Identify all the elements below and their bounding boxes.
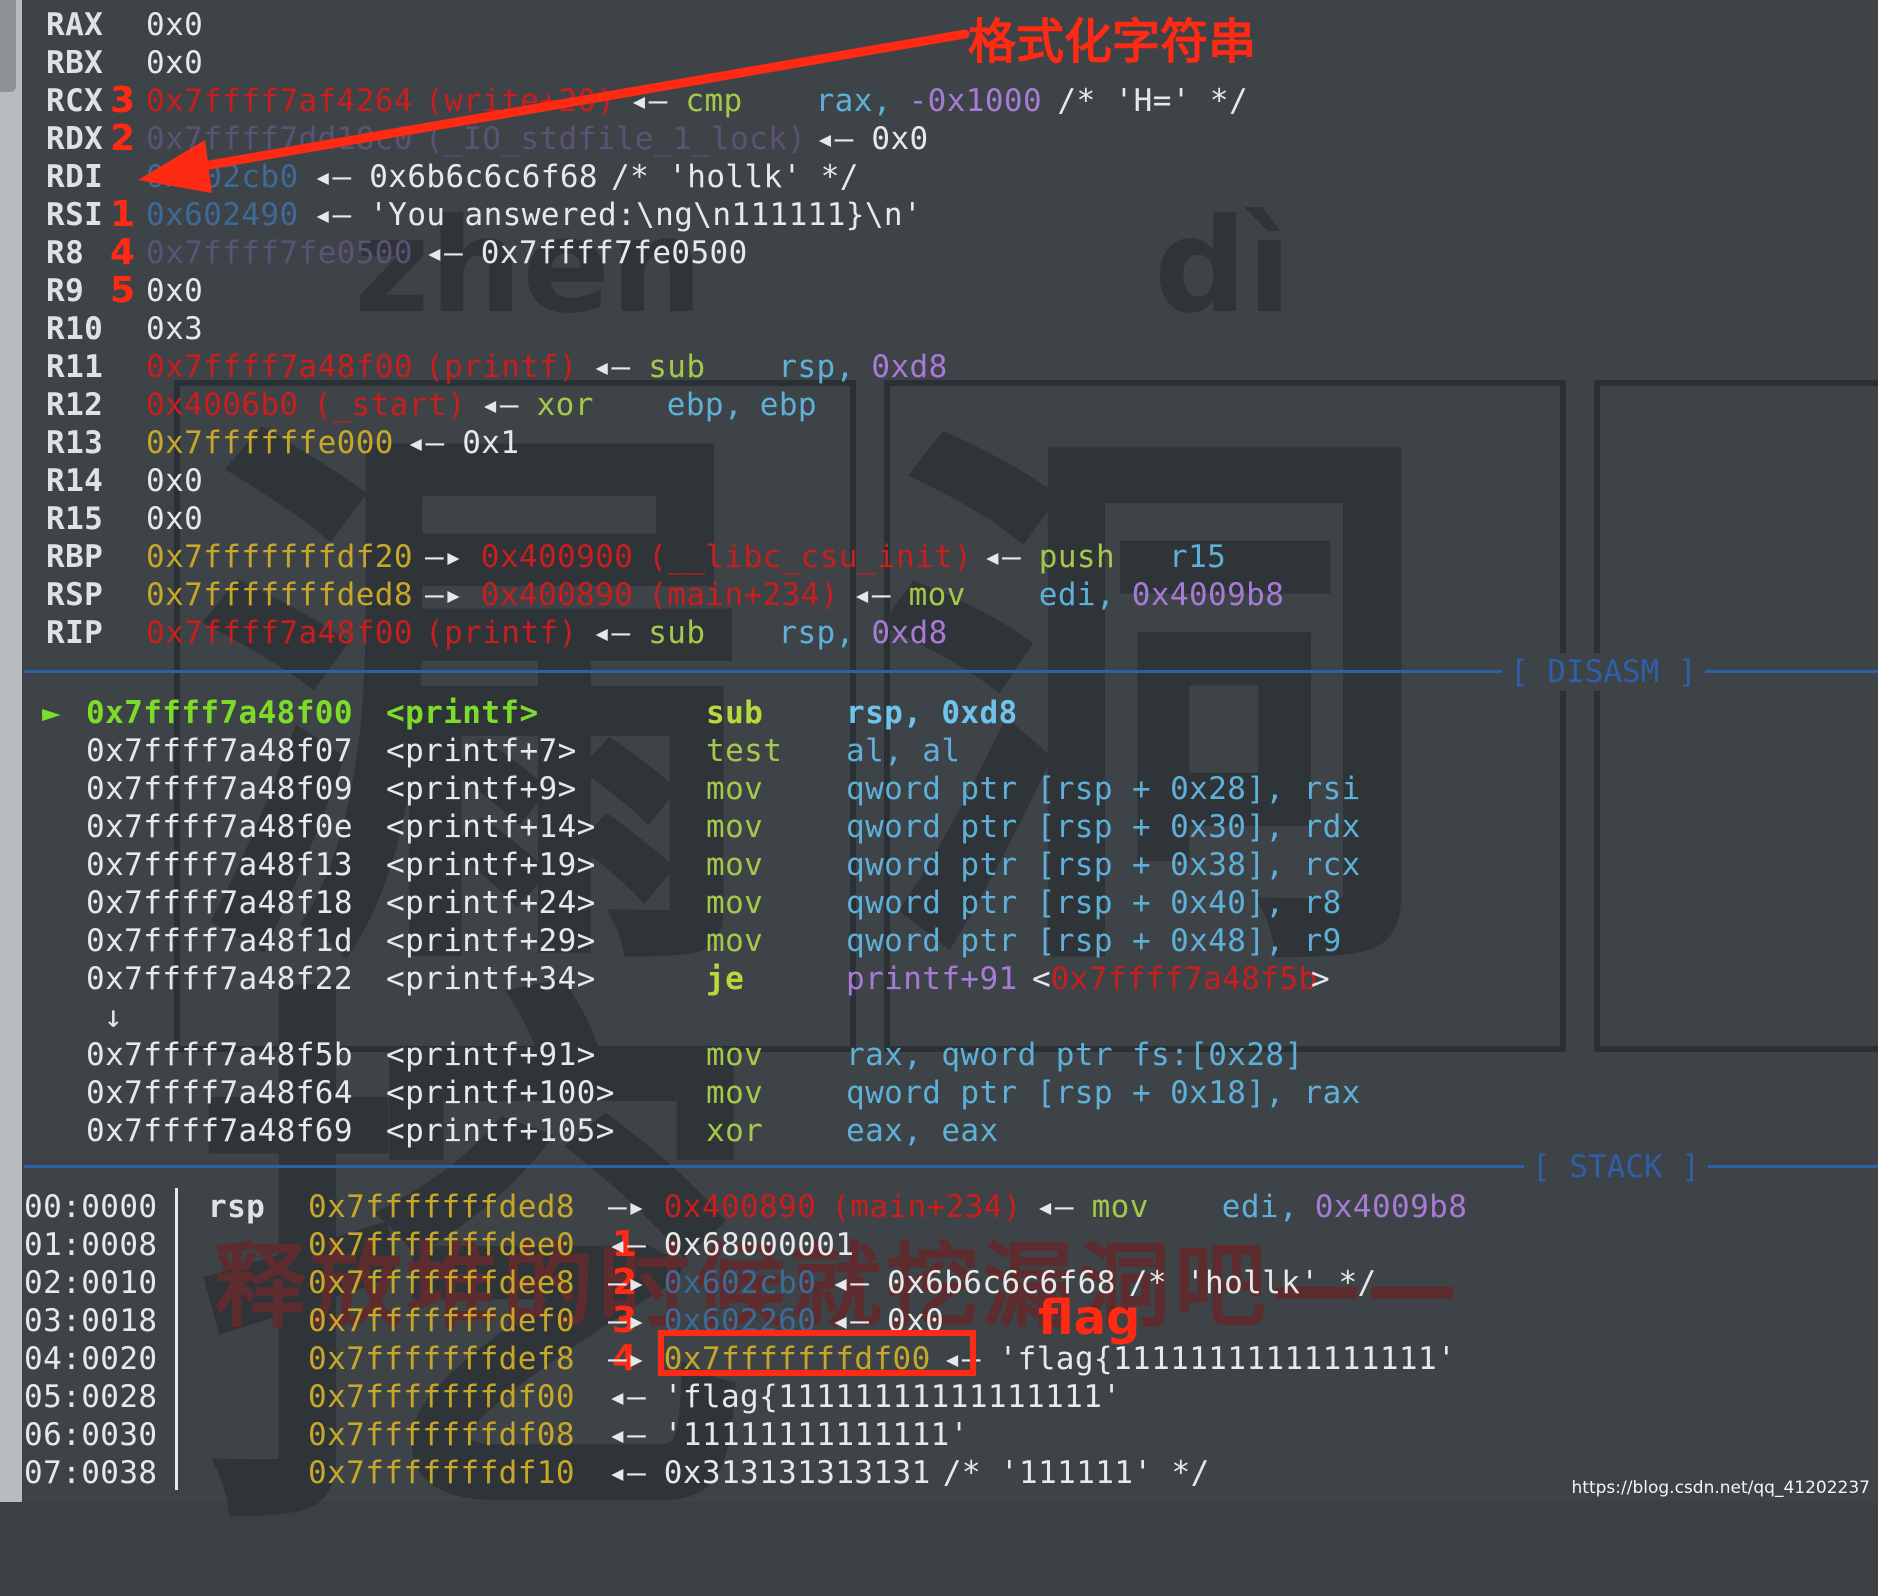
annotation-arrow [138, 29, 970, 193]
footer-url: https://blog.csdn.net/qq_41202237 [1571, 1478, 1870, 1498]
flag-annotation: flag [1038, 1290, 1141, 1346]
flag-highlight-box [658, 1330, 976, 1376]
format-string-annotation: 格式化字符串 [968, 14, 1257, 70]
